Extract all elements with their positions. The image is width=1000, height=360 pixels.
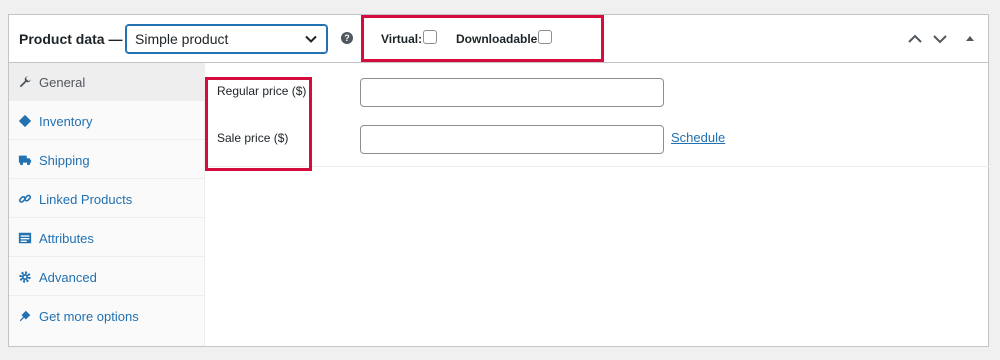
tab-inventory-label: Inventory bbox=[39, 114, 93, 129]
tab-advanced[interactable]: Advanced bbox=[9, 258, 204, 296]
tab-get-more-options[interactable]: Get more options bbox=[9, 297, 204, 335]
regular-price-input[interactable] bbox=[360, 78, 664, 107]
help-icon[interactable]: ? bbox=[341, 32, 353, 44]
product-type-select[interactable]: Simple product bbox=[126, 25, 327, 53]
tab-general[interactable]: General bbox=[9, 63, 204, 101]
truck-icon bbox=[18, 155, 32, 166]
product-type-value: Simple product bbox=[135, 31, 229, 47]
tab-inventory[interactable]: Inventory bbox=[9, 102, 204, 140]
wrench-icon bbox=[19, 76, 31, 88]
product-data-header: Product data — Simple product ? Virtual:… bbox=[9, 15, 988, 63]
chevron-up-icon[interactable] bbox=[907, 31, 923, 47]
tab-general-label: General bbox=[39, 75, 86, 90]
gear-icon bbox=[19, 271, 31, 283]
link-icon bbox=[18, 194, 32, 203]
list-icon bbox=[18, 232, 32, 244]
tab-get-more-options-label: Get more options bbox=[39, 309, 139, 324]
tab-advanced-label: Advanced bbox=[39, 270, 97, 285]
chevron-down-icon[interactable] bbox=[932, 31, 948, 47]
sale-price-input[interactable] bbox=[360, 125, 664, 154]
tab-linked-products-label: Linked Products bbox=[39, 192, 133, 207]
chevron-down-icon bbox=[305, 35, 317, 43]
tag-icon bbox=[18, 114, 32, 128]
tab-attributes-label: Attributes bbox=[39, 231, 94, 246]
tab-attributes[interactable]: Attributes bbox=[9, 219, 204, 257]
product-data-tabs: General Inventory Shipping Linked Produc… bbox=[9, 63, 205, 346]
tab-shipping-label: Shipping bbox=[39, 153, 90, 168]
pricing-section: Regular price ($) Sale price ($) Schedul… bbox=[205, 63, 989, 171]
general-panel: Regular price ($) Sale price ($) Schedul… bbox=[205, 63, 989, 346]
highlight-box-options bbox=[361, 15, 604, 62]
plugin-icon bbox=[19, 310, 31, 322]
highlight-box-pricing bbox=[205, 77, 312, 171]
tab-linked-products[interactable]: Linked Products bbox=[9, 180, 204, 218]
collapse-triangle-icon[interactable] bbox=[962, 31, 978, 47]
panel-title: Product data — bbox=[19, 31, 123, 47]
schedule-link[interactable]: Schedule bbox=[671, 130, 725, 145]
tab-shipping[interactable]: Shipping bbox=[9, 141, 204, 179]
product-data-panel: Product data — Simple product ? Virtual:… bbox=[8, 14, 989, 347]
